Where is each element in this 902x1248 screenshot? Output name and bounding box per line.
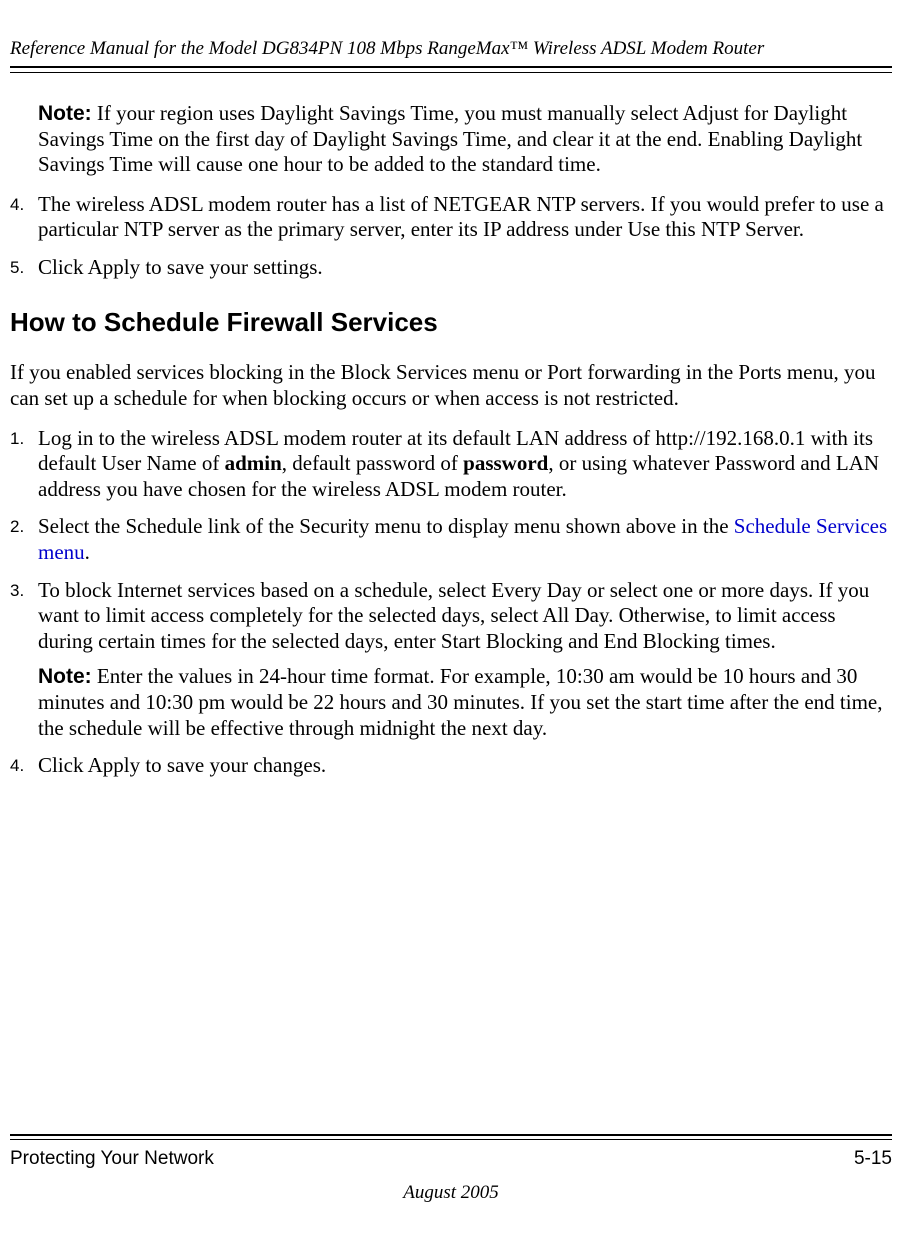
intro-paragraph: If you enabled services blocking in the … (10, 360, 892, 411)
step-text: To block Internet services based on a sc… (38, 578, 892, 655)
step-note: Note: Enter the values in 24-hour time f… (38, 664, 892, 741)
footer-section: Protecting Your Network (10, 1148, 214, 1170)
footer-rule-thick (10, 1134, 892, 1136)
note-text: If your region uses Daylight Savings Tim… (38, 101, 862, 176)
list-body: The wireless ADSL modem router has a lis… (38, 192, 892, 243)
footer-rule-thin (10, 1139, 892, 1140)
list-number: 2. (10, 514, 38, 565)
list-item: 5. Click Apply to save your settings. (10, 255, 892, 281)
list-body: Click Apply to save your changes. (38, 753, 892, 779)
list-body: Click Apply to save your settings. (38, 255, 892, 281)
footer-page-number: 5-15 (854, 1148, 892, 1170)
continued-list: 4. The wireless ADSL modem router has a … (10, 192, 892, 281)
steps-list: 1. Log in to the wireless ADSL modem rou… (10, 426, 892, 779)
list-item: 4. Click Apply to save your changes. (10, 753, 892, 779)
list-body: Log in to the wireless ADSL modem router… (38, 426, 892, 503)
text-part: Select the Schedule link of the Security… (38, 514, 734, 538)
header-rule-thin (10, 72, 892, 73)
note-text: Enter the values in 24-hour time format.… (38, 664, 883, 739)
list-item: 1. Log in to the wireless ADSL modem rou… (10, 426, 892, 503)
running-header: Reference Manual for the Model DG834PN 1… (0, 38, 902, 66)
top-note: Note: If your region uses Daylight Savin… (38, 101, 892, 178)
footer-line: Protecting Your Network 5-15 (0, 1148, 902, 1170)
list-number: 4. (10, 192, 38, 243)
footer-date: August 2005 (0, 1182, 902, 1204)
list-number: 3. (10, 578, 38, 742)
section-heading: How to Schedule Firewall Services (10, 307, 892, 339)
list-number: 5. (10, 255, 38, 281)
list-item: 4. The wireless ADSL modem router has a … (10, 192, 892, 243)
text-part: , default password of (282, 451, 463, 475)
bold-text: password (463, 451, 548, 475)
header-rule-thick (10, 66, 892, 68)
list-body: To block Internet services based on a sc… (38, 578, 892, 742)
note-label: Note: (38, 102, 92, 125)
list-body: Select the Schedule link of the Security… (38, 514, 892, 565)
page-footer: Protecting Your Network 5-15 August 2005 (0, 1134, 902, 1204)
bold-text: admin (225, 451, 282, 475)
list-number: 4. (10, 753, 38, 779)
list-number: 1. (10, 426, 38, 503)
text-part: . (85, 540, 90, 564)
page: Reference Manual for the Model DG834PN 1… (0, 0, 902, 1248)
list-item: 3. To block Internet services based on a… (10, 578, 892, 742)
content-area: Note: If your region uses Daylight Savin… (0, 101, 902, 779)
note-label: Note: (38, 665, 92, 688)
list-item: 2. Select the Schedule link of the Secur… (10, 514, 892, 565)
